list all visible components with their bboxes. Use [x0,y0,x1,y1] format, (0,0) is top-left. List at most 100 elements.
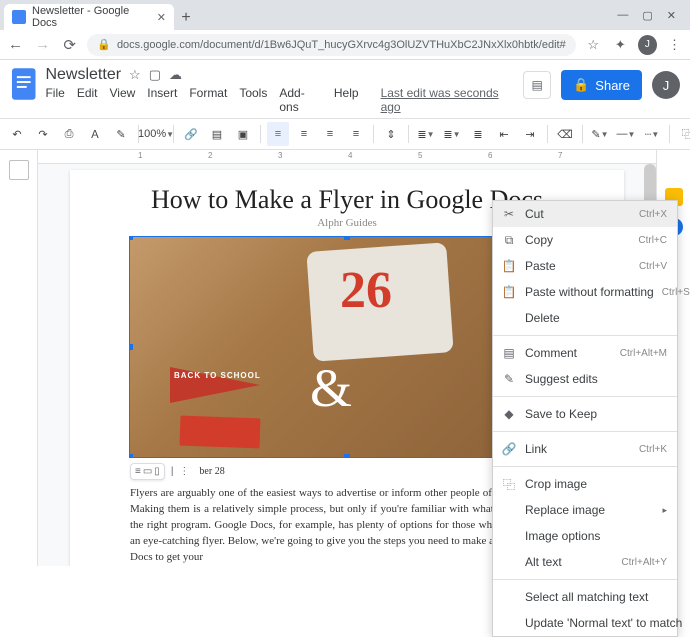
browser-titlebar: Newsletter - Google Docs ✕ + — ▢ ✕ [0,0,690,30]
new-tab-button[interactable]: + [174,6,198,30]
border-weight-button[interactable]: —▼ [615,122,637,146]
copy-icon: ⧉ [501,233,517,248]
ctx-link[interactable]: 🔗LinkCtrl+K [493,436,677,462]
redo-button[interactable]: ↷ [32,122,54,146]
menu-help[interactable]: Help [334,86,359,114]
align-center-button[interactable]: ≡ [293,122,315,146]
menu-edit[interactable]: Edit [77,86,98,114]
chrome-profile-avatar[interactable]: J [638,35,657,55]
horizontal-ruler[interactable]: 1234567 [38,150,656,164]
spellcheck-button[interactable]: Ａ [84,122,106,146]
ctx-alt-text[interactable]: Alt textCtrl+Alt+Y [493,549,677,575]
share-button[interactable]: 🔒 Share [561,70,642,100]
ctx-paste-plain[interactable]: 📋Paste without formattingCtrl+Shift+V [493,279,677,305]
paint-format-button[interactable]: ✎ [110,122,132,146]
ctx-crop[interactable]: ⿻Crop image [493,471,677,497]
lock-icon: 🔒 [97,38,111,51]
resize-handle[interactable] [130,237,133,240]
separator: | [171,466,174,477]
browser-toolbar: ← → ⟳ 🔒 docs.google.com/document/d/1Bw6J… [0,30,690,60]
open-comments-button[interactable]: ▤ [523,71,551,99]
last-edit-link[interactable]: Last edit was seconds ago [381,86,516,114]
ctx-image-options[interactable]: Image options [493,523,677,549]
numbered-list-button[interactable]: ≣▼ [415,122,437,146]
print-button[interactable]: ⎙ [58,122,80,146]
image-prop: 26 [340,261,392,320]
resize-handle[interactable] [344,237,350,240]
address-bar[interactable]: 🔒 docs.google.com/document/d/1Bw6JQuT_hu… [87,34,575,56]
url-text: docs.google.com/document/d/1Bw6JQuT_hucy… [117,39,566,51]
increase-indent-button[interactable]: ⇥ [519,122,541,146]
add-comment-button[interactable]: ▤ [206,122,228,146]
resize-handle[interactable] [344,454,350,457]
separator [493,431,677,432]
document-title[interactable]: Newsletter [45,66,121,84]
window-minimize-button[interactable]: — [617,9,628,22]
undo-button[interactable]: ↶ [6,122,28,146]
browser-tab[interactable]: Newsletter - Google Docs ✕ [4,4,174,30]
account-avatar[interactable]: J [652,71,680,99]
ctx-delete[interactable]: Delete [493,305,677,331]
crop-image-button[interactable]: ⿻ [676,122,690,146]
ctx-update-normal[interactable]: Update 'Normal text' to match [493,610,677,636]
ctx-replace-image[interactable]: Replace image▸ [493,497,677,523]
menu-insert[interactable]: Insert [147,86,177,114]
bookmark-star-icon[interactable]: ☆ [584,37,603,53]
reload-button[interactable]: ⟳ [60,36,79,54]
insert-link-button[interactable]: 🔗 [180,122,202,146]
menu-addons[interactable]: Add-ons [279,86,322,114]
forward-button[interactable]: → [33,36,52,53]
image-toolbar-more[interactable]: ⋮ [179,466,189,477]
drive-status-icon[interactable]: ☁ [169,67,182,83]
separator [582,125,583,143]
back-button[interactable]: ← [6,36,25,53]
tab-close-icon[interactable]: ✕ [157,11,166,24]
ctx-suggest[interactable]: ✎Suggest edits [493,366,677,392]
keep-icon: ◆ [501,407,517,421]
align-justify-button[interactable]: ≡ [345,122,367,146]
clear-formatting-button[interactable]: ⌫ [554,122,576,146]
ctx-copy[interactable]: ⧉CopyCtrl+C [493,227,677,253]
bulleted-list-button[interactable]: ≣▼ [441,122,463,146]
outline-toggle-icon[interactable] [9,160,29,180]
border-color-button[interactable]: ✎▼ [589,122,611,146]
align-right-button[interactable]: ≡ [319,122,341,146]
menu-format[interactable]: Format [189,86,227,114]
link-icon: 🔗 [501,442,517,456]
window-close-button[interactable]: ✕ [667,9,676,22]
docs-header: Newsletter ☆ ▢ ☁ File Edit View Insert F… [0,60,690,114]
ctx-cut[interactable]: ✂CutCtrl+X [493,201,677,227]
ctx-comment[interactable]: ▤CommentCtrl+Alt+M [493,340,677,366]
star-icon[interactable]: ☆ [129,67,141,83]
separator [493,579,677,580]
move-icon[interactable]: ▢ [149,67,161,83]
calendar-icon[interactable] [665,158,683,176]
menu-view[interactable]: View [110,86,136,114]
resize-handle[interactable] [130,454,133,457]
extensions-icon[interactable]: ✦ [611,37,630,53]
separator [173,125,174,143]
line-spacing-button[interactable]: ⇕ [380,122,402,146]
share-label: Share [595,78,630,93]
wrap-text-button[interactable]: ▭ [143,466,152,477]
menu-tools[interactable]: Tools [239,86,267,114]
decrease-indent-button[interactable]: ⇤ [493,122,515,146]
crop-icon: ⿻ [501,476,517,493]
ctx-select-matching[interactable]: Select all matching text [493,584,677,610]
menu-file[interactable]: File [45,86,64,114]
break-text-button[interactable]: ▯ [154,466,160,477]
insert-image-button[interactable]: ▣ [232,122,254,146]
chrome-menu-icon[interactable]: ⋮ [665,37,684,53]
align-left-button[interactable]: ≡ [267,122,289,146]
resize-handle[interactable] [130,344,133,350]
border-dash-button[interactable]: ┈▼ [641,122,663,146]
ctx-save-keep[interactable]: ◆Save to Keep [493,401,677,427]
zoom-select[interactable]: 100% ▼ [145,122,167,146]
docs-logo-icon[interactable] [10,66,37,102]
inline-wrap-button[interactable]: ≡ [135,466,141,477]
checklist-button[interactable]: ≣ [467,122,489,146]
window-maximize-button[interactable]: ▢ [642,9,652,22]
image-prop: BACK TO SCHOOL [174,371,261,380]
ctx-paste[interactable]: 📋PasteCtrl+V [493,253,677,279]
separator [260,125,261,143]
